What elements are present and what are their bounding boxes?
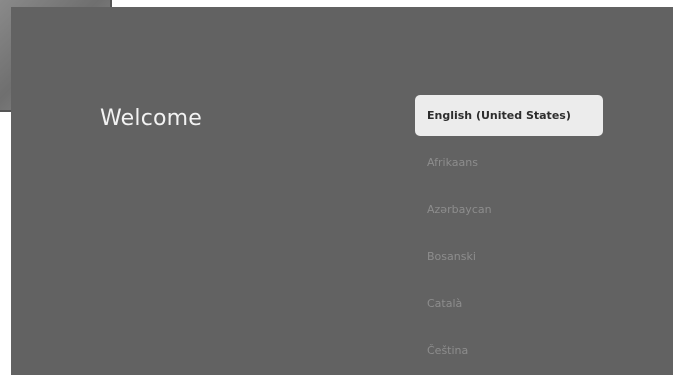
- language-item-bosanski[interactable]: Bosanski: [415, 236, 603, 277]
- language-item-english-us[interactable]: English (United States): [415, 95, 603, 136]
- language-list: English (United States) Afrikaans Azərba…: [415, 95, 603, 375]
- device-frame: Welcome English (United States) Afrikaan…: [0, 0, 673, 375]
- language-item-afrikaans[interactable]: Afrikaans: [415, 142, 603, 183]
- language-item-azerbaycan[interactable]: Azərbaycan: [415, 189, 603, 230]
- language-item-cestina[interactable]: Čeština: [415, 330, 603, 371]
- language-item-catala[interactable]: Català: [415, 283, 603, 324]
- welcome-screen: Welcome English (United States) Afrikaan…: [11, 7, 673, 375]
- page-title: Welcome: [100, 106, 203, 131]
